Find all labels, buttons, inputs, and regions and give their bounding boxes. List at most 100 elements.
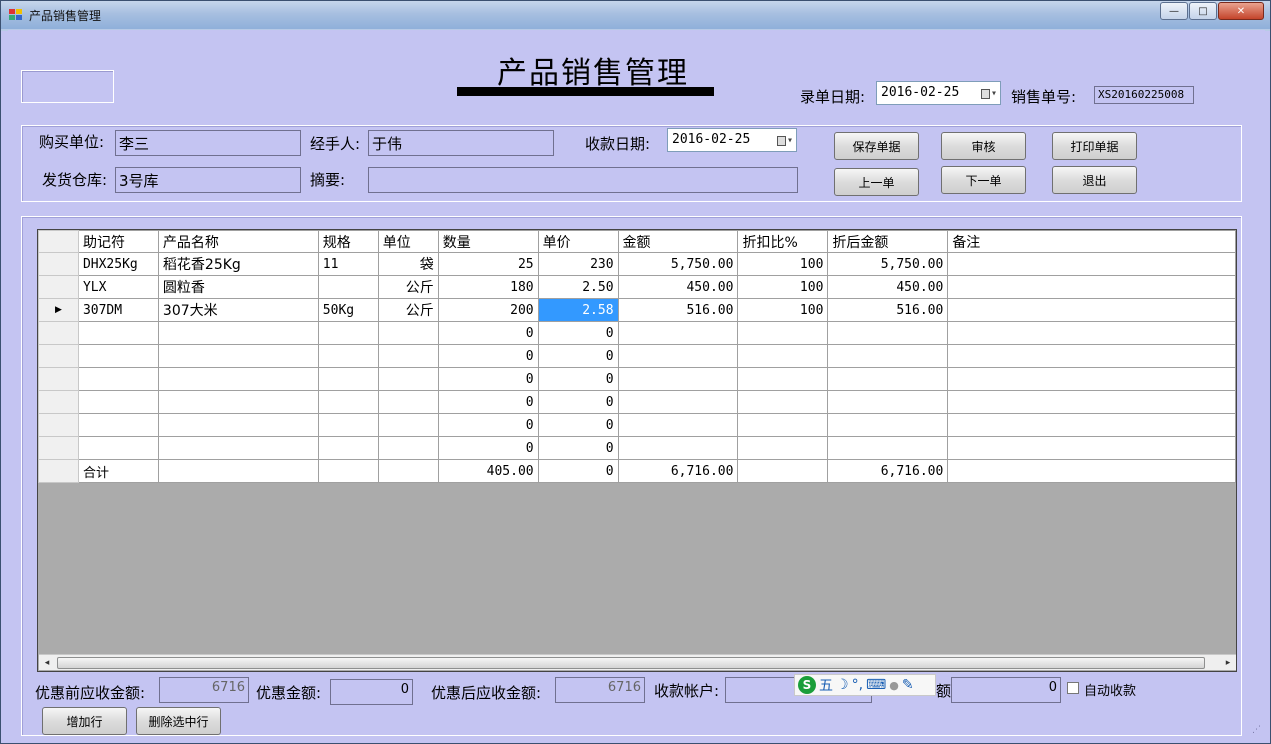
row-header[interactable] (38, 390, 79, 414)
pre-discount-field[interactable]: 6716 (159, 677, 249, 703)
grid-cell[interactable] (77, 367, 159, 391)
table-row[interactable]: 00 (38, 390, 1236, 414)
grid-cell[interactable] (157, 459, 319, 483)
row-header[interactable] (38, 367, 79, 391)
grid-cell[interactable]: 0 (537, 321, 619, 345)
table-row[interactable]: YLX 圆粒香 公斤 180 2.50 450.00 100 450.00 (38, 275, 1236, 299)
post-discount-field[interactable]: 6716 (555, 677, 645, 703)
entry-date-picker[interactable]: 2016-02-25 ▾ (876, 81, 1001, 105)
maximize-button[interactable]: □ (1189, 2, 1217, 20)
row-header[interactable] (38, 321, 79, 345)
grid-cell[interactable] (77, 436, 159, 460)
grid-cell[interactable]: 230 (537, 252, 619, 276)
calendar-dropdown-icon[interactable]: ▾ (975, 86, 997, 101)
grid-cell[interactable] (737, 367, 829, 391)
column-header[interactable]: 规格 (317, 230, 379, 253)
grid-cell[interactable] (827, 390, 949, 414)
tools-icon[interactable]: ✎ (902, 677, 914, 693)
scroll-right-icon[interactable]: ▸ (1221, 656, 1235, 670)
scroll-thumb[interactable] (57, 657, 1205, 669)
delete-row-button[interactable]: 删除选中行 (136, 707, 221, 735)
grid-cell[interactable]: 200 (437, 298, 539, 322)
grid-cell[interactable] (317, 275, 379, 299)
table-row[interactable]: 00 (38, 436, 1236, 460)
grid-cell[interactable]: YLX (77, 275, 159, 299)
handler-field[interactable]: 于伟 (368, 130, 554, 156)
product-grid[interactable]: 助记符 产品名称 规格 单位 数量 单价 金额 折扣比% 折后金额 备注 DHX25Kg 稻花香25… (37, 229, 1237, 672)
grid-cell[interactable]: 450.00 (827, 275, 949, 299)
column-header[interactable]: 产品名称 (157, 230, 319, 253)
grid-cell[interactable] (317, 413, 379, 437)
grid-cell[interactable]: DHX25Kg (77, 252, 159, 276)
receipt-date-picker[interactable]: 2016-02-25 ▾ (667, 128, 797, 152)
column-header[interactable]: 折扣比% (737, 230, 829, 253)
warehouse-field[interactable]: 3号库 (115, 167, 301, 193)
save-button[interactable]: 保存单据 (834, 132, 919, 160)
grid-cell[interactable] (737, 413, 829, 437)
print-button[interactable]: 打印单据 (1052, 132, 1137, 160)
grid-cell[interactable]: 5,750.00 (827, 252, 949, 276)
grid-cell[interactable] (377, 459, 439, 483)
grid-cell[interactable]: 11 (317, 252, 379, 276)
grid-cell[interactable]: 2.58 (537, 298, 619, 322)
grid-cell[interactable]: 0 (537, 367, 619, 391)
grid-cell[interactable] (947, 413, 1236, 437)
column-header[interactable]: 单价 (537, 230, 619, 253)
grid-cell[interactable] (947, 367, 1236, 391)
column-header[interactable]: 数量 (437, 230, 539, 253)
grid-cell[interactable]: 100 (737, 275, 829, 299)
auto-receive-checkbox[interactable] (1067, 682, 1079, 694)
ime-mode-icon[interactable]: 五 (819, 675, 833, 695)
grid-cell[interactable]: 0 (537, 413, 619, 437)
keyboard-icon[interactable]: ⌨ (866, 677, 886, 693)
grid-cell[interactable] (617, 390, 739, 414)
grid-cell[interactable]: 袋 (377, 252, 439, 276)
row-header[interactable] (38, 413, 79, 437)
grid-cell[interactable]: 2.50 (537, 275, 619, 299)
grid-cell[interactable] (617, 413, 739, 437)
grid-cell[interactable]: 5,750.00 (617, 252, 739, 276)
grid-cell[interactable] (157, 413, 319, 437)
grid-cell[interactable] (947, 459, 1236, 483)
grid-cell[interactable] (157, 344, 319, 368)
grid-cell[interactable] (317, 344, 379, 368)
row-header[interactable] (38, 436, 79, 460)
exit-button[interactable]: 退出 (1052, 166, 1137, 194)
grid-cell[interactable]: 公斤 (377, 298, 439, 322)
grid-cell[interactable]: 50Kg (317, 298, 379, 322)
column-header[interactable]: 助记符 (77, 230, 159, 253)
grid-cell[interactable] (947, 298, 1236, 322)
moon-icon[interactable]: ☽ (836, 677, 849, 693)
row-header[interactable] (38, 252, 79, 276)
add-row-button[interactable]: 增加行 (42, 707, 127, 735)
grid-cell[interactable] (317, 321, 379, 345)
grid-cell[interactable]: 516.00 (617, 298, 739, 322)
grid-cell[interactable]: 450.00 (617, 275, 739, 299)
grid-cell[interactable]: 0 (437, 390, 539, 414)
grid-cell[interactable] (827, 344, 949, 368)
column-header[interactable]: 折后金额 (827, 230, 949, 253)
grid-cell[interactable]: 圆粒香 (157, 275, 319, 299)
grid-cell[interactable] (377, 367, 439, 391)
table-row[interactable]: 00 (38, 413, 1236, 437)
grid-cell[interactable]: 307DM (77, 298, 159, 322)
grid-cell[interactable]: 307大米 (157, 298, 319, 322)
user-icon[interactable]: ● (889, 679, 899, 692)
resize-grip-icon[interactable]: ⋰ (1252, 725, 1262, 735)
grid-cell[interactable]: 0 (537, 390, 619, 414)
grid-cell[interactable]: 0 (437, 413, 539, 437)
grid-cell[interactable]: 0 (437, 344, 539, 368)
grid-cell[interactable] (317, 367, 379, 391)
grid-cell[interactable]: 0 (437, 367, 539, 391)
grid-cell[interactable]: 100 (737, 252, 829, 276)
grid-cell[interactable] (77, 344, 159, 368)
grid-cell[interactable]: 25 (437, 252, 539, 276)
prev-order-button[interactable]: 上一单 (834, 168, 919, 196)
punctuation-icon[interactable]: °, (852, 677, 863, 693)
row-header[interactable]: ▶ (38, 298, 79, 322)
grid-cell[interactable] (377, 321, 439, 345)
grid-cell[interactable]: 0 (537, 436, 619, 460)
grid-cell[interactable] (377, 436, 439, 460)
grid-cell[interactable]: 0 (437, 321, 539, 345)
grid-cell[interactable]: 稻花香25Kg (157, 252, 319, 276)
